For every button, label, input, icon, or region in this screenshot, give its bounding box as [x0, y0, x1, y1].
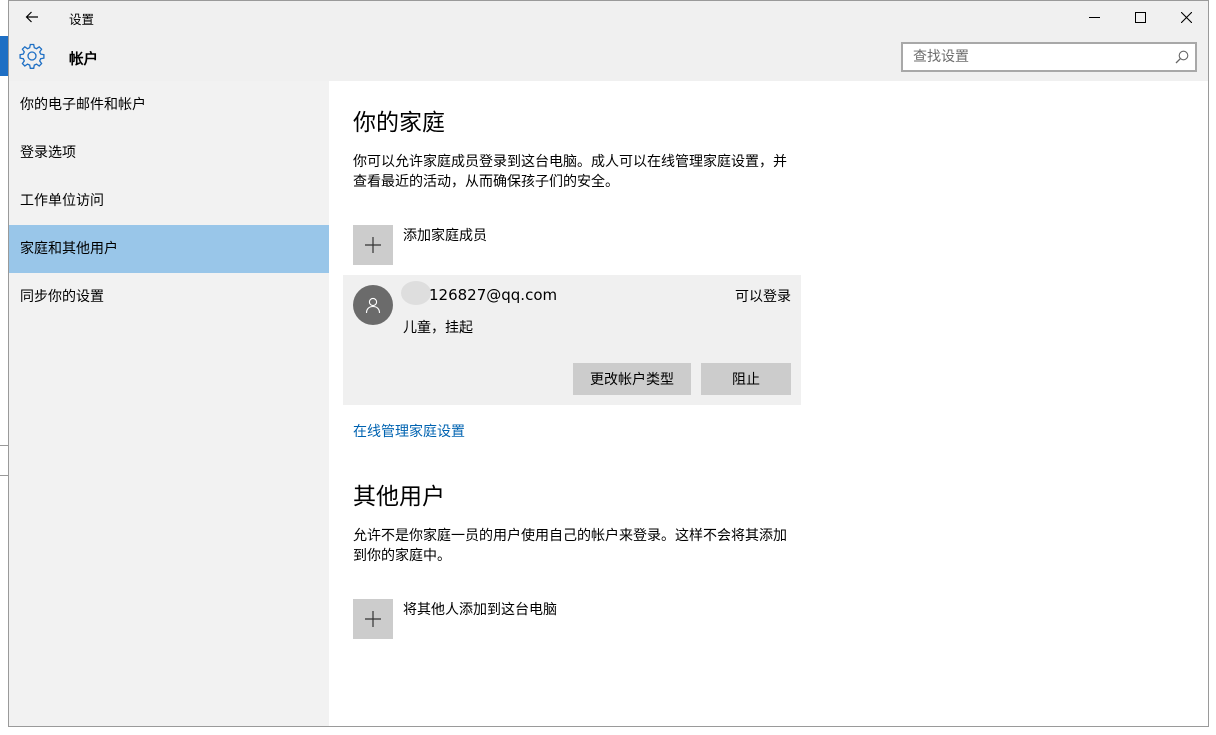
sidebar-item-sync-settings[interactable]: 同步你的设置 [9, 273, 329, 321]
add-tile [353, 599, 393, 639]
sidebar-item-sign-in-options[interactable]: 登录选项 [9, 129, 329, 177]
avatar [353, 285, 393, 325]
family-description: 你可以允许家庭成员登录到这台电脑。成人可以在线管理家庭设置，并查看最近的活动，从… [353, 154, 787, 190]
background-window-edge [0, 0, 8, 735]
sidebar-item-label: 工作单位访问 [20, 193, 104, 209]
search-icon[interactable] [1175, 50, 1189, 64]
back-button[interactable] [19, 5, 45, 29]
manage-family-online-link[interactable]: 在线管理家庭设置 [353, 421, 465, 441]
minimize-icon [1088, 16, 1100, 18]
sidebar-item-label: 你的电子邮件和帐户 [20, 97, 146, 113]
search-box[interactable] [901, 42, 1197, 72]
background-window-bar [0, 36, 8, 76]
background-divider [0, 445, 8, 446]
sidebar-item-email-accounts[interactable]: 你的电子邮件和帐户 [9, 81, 329, 129]
block-button[interactable]: 阻止 [701, 363, 791, 395]
title-bar: 设置 [9, 1, 1208, 33]
sidebar-nav: 你的电子邮件和帐户 登录选项 工作单位访问 家庭和其他用户 同步你的设置 [9, 81, 329, 726]
sidebar-item-label: 家庭和其他用户 [20, 241, 118, 257]
search-input[interactable] [903, 44, 1173, 70]
member-email: 126827@qq.com [429, 286, 558, 304]
maximize-icon [1134, 11, 1146, 23]
window-title: 设置 [69, 12, 95, 27]
page-header: 帐户 [9, 33, 1208, 81]
plus-icon [365, 237, 381, 253]
plus-icon [365, 611, 381, 627]
redacted-name-blur [401, 281, 431, 305]
other-users-section-title: 其他用户 [353, 484, 445, 510]
sidebar-item-work-access[interactable]: 工作单位访问 [9, 177, 329, 225]
member-status: 可以登录 [735, 289, 791, 305]
gear-icon [19, 43, 45, 69]
family-member-card[interactable]: 126827@qq.com 可以登录 儿童，挂起 更改帐户类型 阻止 [343, 275, 801, 405]
page-title: 帐户 [69, 52, 98, 68]
add-family-member-label: 添加家庭成员 [403, 228, 487, 244]
change-account-type-button[interactable]: 更改帐户类型 [573, 363, 691, 395]
add-other-user-label: 将其他人添加到这台电脑 [403, 602, 557, 618]
minimize-button[interactable] [1071, 1, 1117, 33]
family-section-title: 你的家庭 [353, 110, 445, 136]
sidebar-item-label: 登录选项 [20, 145, 76, 161]
back-arrow-icon [25, 11, 38, 23]
member-role: 儿童，挂起 [403, 320, 473, 336]
main-content: 你的家庭 你可以允许家庭成员登录到这台电脑。成人可以在线管理家庭设置，并查看最近… [329, 81, 1208, 726]
add-tile [353, 225, 393, 265]
sidebar-item-family-other-users[interactable]: 家庭和其他用户 [9, 225, 329, 273]
user-icon [365, 297, 381, 314]
close-button[interactable] [1163, 1, 1208, 33]
background-divider [0, 475, 8, 476]
maximize-button[interactable] [1117, 1, 1163, 33]
sidebar-item-label: 同步你的设置 [20, 289, 104, 305]
other-users-description: 允许不是你家庭一员的用户使用自己的帐户来登录。这样不会将其添加到你的家庭中。 [353, 528, 787, 564]
close-icon [1180, 11, 1192, 23]
settings-window: 设置 帐户 你的电子邮件和帐户 [8, 0, 1209, 727]
